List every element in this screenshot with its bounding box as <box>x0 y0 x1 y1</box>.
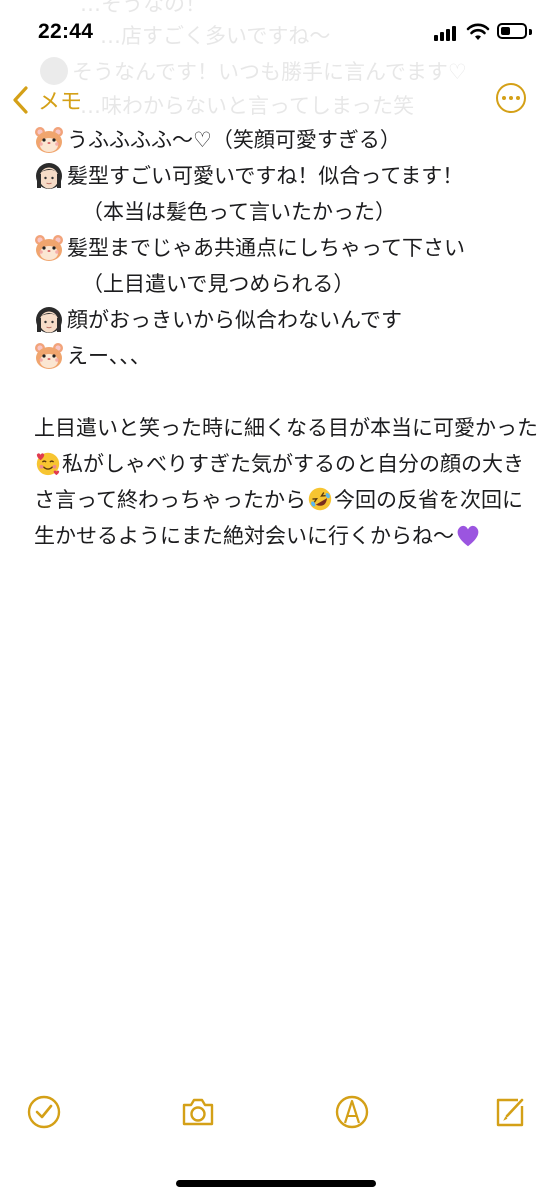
woman-emoji-icon <box>34 162 64 190</box>
note-line-text: 髪型すごい可愛いですね！似合ってます！ <box>67 164 464 188</box>
more-dot <box>516 96 520 100</box>
note-line: （上目遣いで見つめられる） <box>34 266 539 302</box>
note-line-text: 顔がおっきいから似合わないんです <box>67 308 402 332</box>
battery-icon <box>497 23 527 39</box>
battery-tip <box>529 29 532 35</box>
hamster-emoji-icon <box>34 126 64 154</box>
note-paragraph: 上目遣いと笑った時に細くなる目が本当に可愛かった私がしゃべりすぎた気がするのと自… <box>34 410 539 554</box>
hamster-emoji-icon <box>34 342 64 370</box>
hamster-emoji-icon <box>34 234 64 262</box>
bottom-toolbar <box>0 1092 554 1142</box>
markup-icon[interactable] <box>332 1092 372 1132</box>
note-line-text: （上目遣いで見つめられる） <box>82 272 355 296</box>
paragraph-part-1: 上目遣いと笑った時に細くなる目が本当に可愛かった <box>34 416 538 440</box>
smiling-face-with-hearts-icon <box>34 449 62 477</box>
note-line: 髪型までじゃあ共通点にしちゃって下さい <box>34 230 539 266</box>
camera-icon[interactable] <box>178 1092 218 1132</box>
note-line: うふふふふ〜♡（笑顔可愛すぎる） <box>34 122 539 158</box>
purple-heart-icon <box>454 521 482 549</box>
woman-emoji-icon <box>34 306 64 334</box>
compose-icon[interactable] <box>490 1092 530 1132</box>
note-line: 顔がおっきいから似合わないんです <box>34 302 539 338</box>
home-indicator[interactable] <box>176 1180 376 1187</box>
note-line-text: （本当は髪色って言いたかった） <box>82 200 396 224</box>
more-options-button[interactable] <box>496 83 526 113</box>
note-body[interactable]: うふふふふ〜♡（笑顔可愛すぎる） 髪型すごい可愛いですね！似合ってます！ （本当… <box>34 122 539 554</box>
note-line-text: えー、、、 <box>67 344 151 368</box>
status-time: 22:44 <box>38 20 94 43</box>
note-line: えー、、、 <box>34 338 539 374</box>
wifi-icon <box>466 23 490 40</box>
cellular-signal-icon <box>434 25 460 41</box>
note-line-text: うふふふふ〜♡（笑顔可愛すぎる） <box>67 128 401 152</box>
note-line-text: 髪型までじゃあ共通点にしちゃって下さい <box>67 236 465 260</box>
note-line: 髪型すごい可愛いですね！似合ってます！ <box>34 158 539 194</box>
back-button[interactable]: メモ <box>10 82 82 118</box>
ghost-line-3: …味わからないと言ってしまった笑 <box>80 94 415 118</box>
more-dot <box>502 96 506 100</box>
status-bar: 22:44 <box>0 0 554 62</box>
ghost-line-2: そうなんです！いつも勝手に言んでます♡ <box>72 60 467 84</box>
note-line: （本当は髪色って言いたかった） <box>34 194 539 230</box>
checklist-icon[interactable] <box>24 1092 64 1132</box>
rolling-laughing-face-icon <box>306 485 334 513</box>
more-dot <box>509 96 513 100</box>
back-label: メモ <box>38 90 83 115</box>
chevron-left-icon <box>13 86 28 114</box>
